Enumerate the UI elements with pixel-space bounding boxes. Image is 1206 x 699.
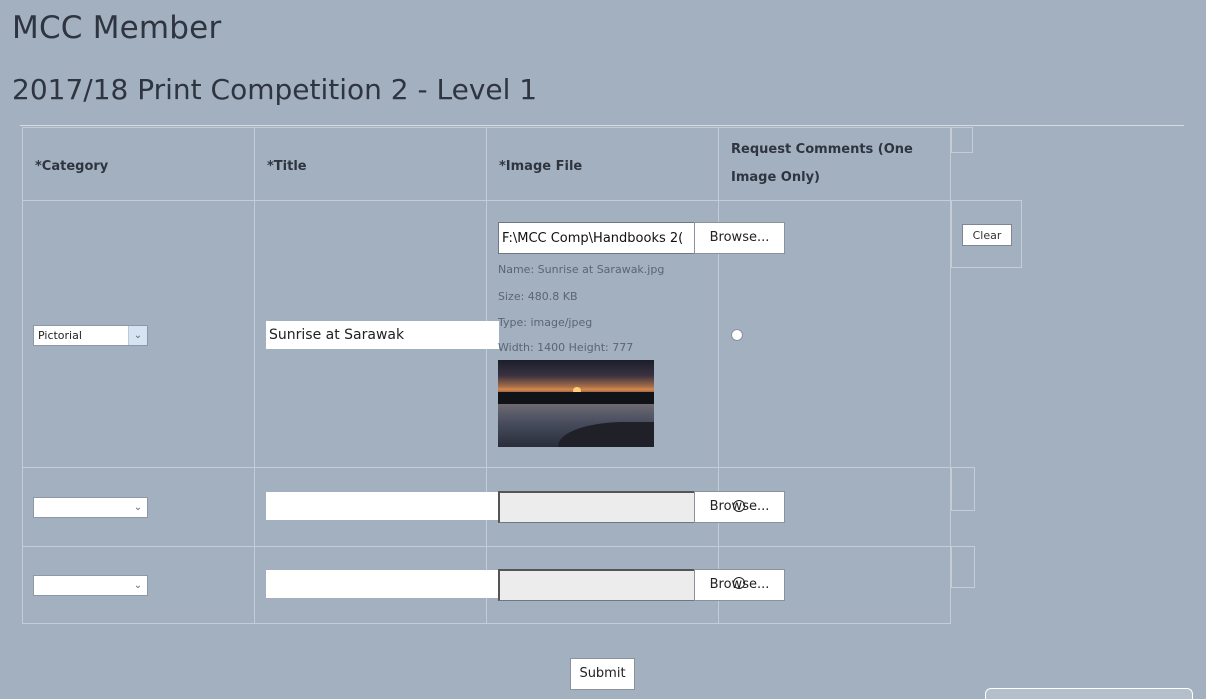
file-path-input[interactable] — [498, 491, 694, 523]
header-title: *Title — [267, 159, 307, 174]
busy-cursor-icon — [733, 500, 745, 512]
header-category: *Category — [35, 159, 109, 174]
file-path-input[interactable] — [498, 569, 694, 601]
file-path-input[interactable]: F:\MCC Comp\Handbooks 2( — [498, 222, 694, 254]
request-comments-radio[interactable] — [731, 329, 743, 341]
chevron-down-icon: ⌄ — [133, 502, 143, 513]
chevron-down-icon: ⌄ — [133, 580, 143, 591]
category-select[interactable]: Pictorial ⌄ — [33, 325, 148, 346]
title-input[interactable]: Sunrise at Sarawak — [266, 321, 499, 349]
header-title-cell: *Title — [254, 127, 487, 201]
category-select[interactable]: ⌄ — [33, 575, 148, 596]
file-size-text: Size: 480.8 KB — [498, 290, 578, 303]
row3-extra-cell — [951, 546, 975, 588]
file-name-text: Name: Sunrise at Sarawak.jpg — [498, 263, 665, 276]
chevron-down-icon: ⌄ — [128, 326, 147, 345]
header-category-cell: *Category — [22, 127, 255, 201]
partial-panel-edge — [985, 688, 1193, 699]
header-request-comments-line2: Image Only) — [731, 170, 820, 185]
header-request-comments-line1: Request Comments (One — [731, 142, 913, 157]
category-select-value: Pictorial — [38, 329, 82, 342]
image-thumbnail — [498, 360, 654, 447]
browse-button[interactable]: Browse... — [694, 222, 785, 254]
header-image-file-cell: *Image File — [486, 127, 719, 201]
header-image-file: *Image File — [499, 159, 583, 174]
busy-cursor-icon — [733, 577, 745, 589]
clear-button[interactable]: Clear — [962, 224, 1012, 246]
page-title: MCC Member — [12, 10, 222, 46]
heading-divider — [20, 125, 1184, 126]
title-input[interactable] — [266, 570, 499, 598]
row2-extra-cell — [951, 467, 975, 511]
file-dimensions-text: Width: 1400 Height: 777 — [498, 341, 634, 354]
header-request-comments-cell: Request Comments (One Image Only) — [718, 127, 951, 201]
competition-heading: 2017/18 Print Competition 2 - Level 1 — [12, 73, 538, 106]
title-input[interactable] — [266, 492, 499, 520]
file-type-text: Type: image/jpeg — [498, 316, 593, 329]
submit-button[interactable]: Submit — [570, 658, 635, 690]
header-extra-cell — [951, 127, 973, 153]
category-select[interactable]: ⌄ — [33, 497, 148, 518]
